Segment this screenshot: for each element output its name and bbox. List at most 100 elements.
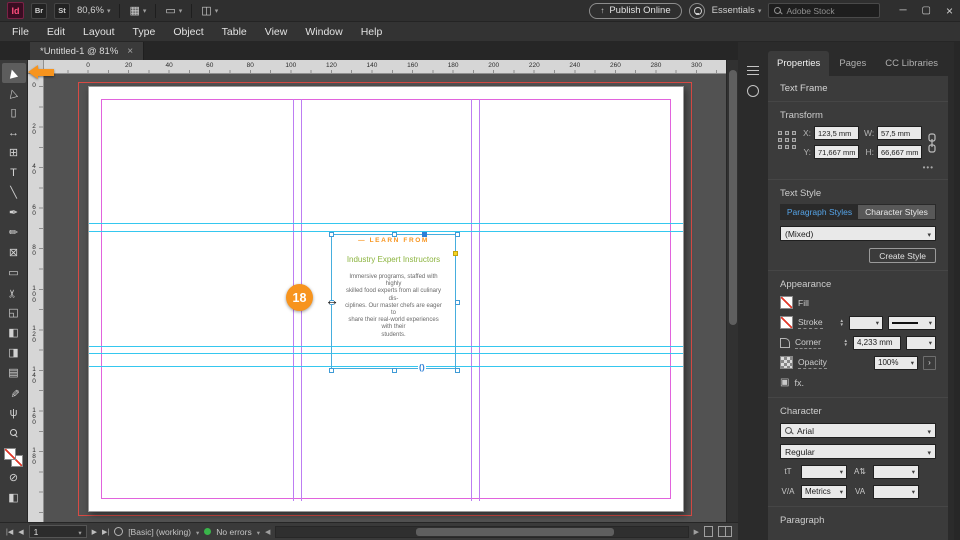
arrange-documents-dropdown[interactable]: ◫ (201, 4, 218, 17)
selection-handle[interactable] (455, 300, 460, 305)
width-field[interactable]: 57,5 mm (877, 126, 922, 140)
maximize-button[interactable]: ▢ (922, 6, 931, 16)
preflight-profile-label[interactable]: [Basic] (working) (128, 527, 191, 537)
fill-stroke-swatches[interactable] (4, 448, 24, 468)
rectangle-tool[interactable]: ▭ (2, 263, 26, 283)
free-transform-tool[interactable]: ◱ (2, 303, 26, 323)
more-options-icon[interactable] (923, 163, 934, 172)
note-tool[interactable]: ▤ (2, 363, 26, 383)
paragraph-style-dropdown[interactable]: (Mixed) (780, 226, 936, 241)
document-tab[interactable]: *Untitled-1 @ 81% (30, 42, 144, 60)
corner-link[interactable]: Corner (795, 337, 821, 349)
screen-mode-button[interactable]: ◧ (2, 488, 26, 508)
line-tool[interactable]: ╲ (2, 183, 26, 203)
sync-status-icon[interactable] (747, 85, 759, 97)
workspace-switcher[interactable]: Essentials (712, 5, 762, 16)
character-styles-tab[interactable]: Character Styles (858, 205, 935, 219)
stock-search-input[interactable] (786, 6, 866, 16)
spread-view-icon[interactable] (718, 526, 732, 537)
chevron-down-icon[interactable] (196, 527, 199, 537)
page-tool[interactable]: ▯ (2, 103, 26, 123)
previous-page-button[interactable] (18, 528, 23, 536)
panel-tab-cc-libraries[interactable]: CC Libraries (876, 51, 947, 76)
selection-handle[interactable] (455, 368, 460, 373)
first-page-button[interactable] (6, 528, 13, 536)
text-out-port[interactable]: () (418, 362, 426, 372)
selection-handle[interactable] (329, 232, 334, 237)
zoom-tool[interactable] (2, 423, 26, 443)
preflight-icon[interactable] (114, 527, 123, 536)
opacity-dropdown[interactable]: 100% (874, 356, 918, 370)
screen-mode-dropdown[interactable]: ▭ (165, 4, 182, 17)
selection-tool[interactable]: ▶ (2, 63, 26, 83)
pencil-tool[interactable]: ✏ (2, 223, 26, 243)
corner-shape-dropdown[interactable] (906, 336, 936, 350)
gradient-swatch-tool[interactable]: ◧ (2, 323, 26, 343)
corner-radius-stepper[interactable]: ▲▼ (844, 339, 848, 347)
menu-item-file[interactable]: File (3, 26, 38, 38)
create-style-button[interactable]: Create Style (869, 248, 936, 263)
vertical-scrollbar-thumb[interactable] (729, 70, 737, 325)
chevron-down-icon[interactable] (257, 527, 260, 537)
preflight-status-label[interactable]: No errors (216, 527, 251, 537)
content-collector-tool[interactable]: ⊞ (2, 143, 26, 163)
menu-item-table[interactable]: Table (213, 26, 256, 38)
single-page-view-icon[interactable] (704, 526, 713, 537)
font-size-dropdown[interactable] (801, 465, 847, 479)
selection-handle[interactable] (329, 368, 334, 373)
tab-close-icon[interactable] (127, 46, 133, 57)
kerning-dropdown[interactable] (873, 485, 919, 499)
apply-none-button[interactable]: ⊘ (2, 468, 26, 488)
scroll-right-arrow[interactable]: ▶ (694, 528, 699, 536)
menu-item-edit[interactable]: Edit (38, 26, 74, 38)
paragraph-styles-tab[interactable]: Paragraph Styles (781, 205, 858, 219)
horizontal-ruler[interactable]: 0204060801001201401601802002202402602803… (44, 60, 726, 74)
type-tool[interactable]: T (2, 163, 26, 183)
selection-handle[interactable] (455, 232, 460, 237)
next-page-button[interactable] (92, 528, 97, 536)
bridge-icon[interactable]: Br (31, 3, 47, 19)
opacity-more-button[interactable]: › (923, 356, 936, 370)
menu-item-window[interactable]: Window (296, 26, 351, 38)
horizontal-scrollbar[interactable] (275, 526, 688, 538)
vertical-scrollbar[interactable] (726, 60, 738, 522)
reference-point-grid[interactable] (778, 131, 796, 149)
text-thread-in-port[interactable] (422, 232, 427, 237)
y-position-field[interactable]: 71,667 mm (814, 145, 859, 159)
constrain-proportions-icon[interactable] (927, 133, 937, 153)
menu-item-type[interactable]: Type (124, 26, 165, 38)
publish-online-button[interactable]: ↑ Publish Online (589, 3, 681, 19)
direct-selection-tool[interactable]: ▷ (2, 83, 26, 103)
stock-icon[interactable]: St (54, 3, 70, 19)
stroke-weight-stepper[interactable]: ▲▼ (840, 319, 844, 327)
gap-tool[interactable]: ↔ (2, 123, 26, 143)
panel-tab-properties[interactable]: Properties (768, 51, 829, 76)
menu-item-help[interactable]: Help (352, 26, 392, 38)
font-style-dropdown[interactable]: Regular (780, 444, 936, 459)
gradient-feather-tool[interactable]: ◨ (2, 343, 26, 363)
fill-swatch[interactable] (4, 448, 16, 460)
minimize-button[interactable]: ─ (899, 6, 906, 16)
view-options-dropdown[interactable]: ▦ (129, 4, 146, 17)
scissors-tool[interactable]: ✂ (2, 283, 26, 303)
corner-edit-handle[interactable] (453, 251, 458, 256)
close-button[interactable]: × (946, 6, 953, 16)
pasteboard[interactable]: — LEARN FROM Industry Expert Instructors… (44, 74, 726, 522)
menu-item-object[interactable]: Object (164, 26, 212, 38)
pen-tool[interactable]: ✒ (2, 203, 26, 223)
panel-menu-icon[interactable] (747, 66, 759, 75)
page-number-dropdown[interactable]: 1 (29, 525, 87, 538)
tracking-dropdown[interactable]: Metrics (801, 485, 847, 499)
corner-radius-field[interactable]: 4,233 mm (853, 336, 901, 350)
selection-handle[interactable] (392, 368, 397, 373)
rectangle-frame-tool[interactable]: ⊠ (2, 243, 26, 263)
lightbulb-icon[interactable] (689, 3, 705, 19)
x-position-field[interactable]: 123,5 mm (814, 126, 859, 140)
stroke-swatch-none[interactable] (780, 316, 793, 329)
horizontal-scrollbar-thumb[interactable] (416, 528, 613, 536)
effects-icon[interactable]: fx. (794, 378, 804, 388)
stroke-style-dropdown[interactable] (888, 316, 936, 330)
font-family-dropdown[interactable]: Arial (780, 423, 936, 438)
leading-dropdown[interactable] (873, 465, 919, 479)
scroll-left-arrow[interactable]: ◀ (265, 528, 270, 536)
